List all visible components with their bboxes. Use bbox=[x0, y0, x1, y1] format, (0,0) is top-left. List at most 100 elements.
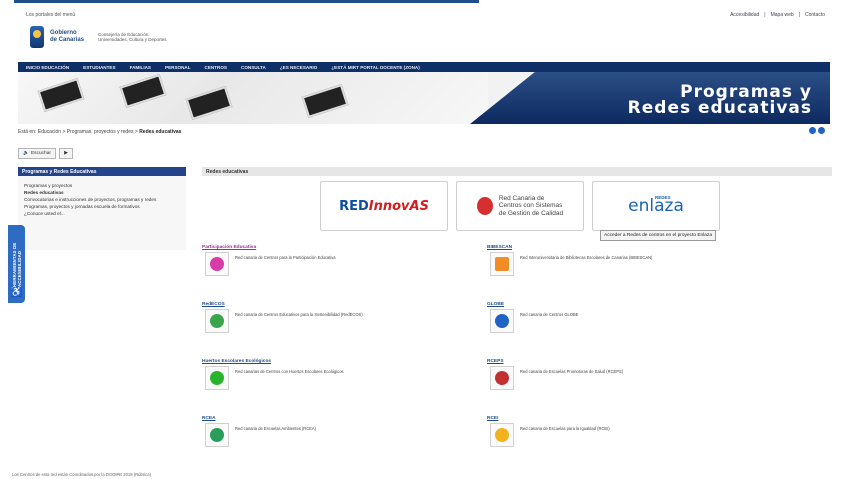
main-navigation: INICIO EDUCACIÓN ESTUDIANTES FAMILIAS PE… bbox=[18, 62, 830, 72]
network-title[interactable]: BIBESCAN bbox=[487, 245, 772, 250]
settings-icon[interactable] bbox=[818, 127, 825, 134]
nav-item-personal[interactable]: PERSONAL bbox=[165, 65, 191, 70]
network-desc: Red canaria de Escuelas para la Igualdad… bbox=[520, 426, 610, 431]
network-entry: RedECOS Red canaria de Centros Educativo… bbox=[202, 302, 487, 348]
enlaza-tooltip: Acceder a Redes de centros en el proyect… bbox=[600, 230, 716, 241]
sidebar-item-programas[interactable]: Programas y proyectos bbox=[24, 182, 186, 189]
coat-of-arms-icon bbox=[30, 26, 44, 48]
top-accent-line bbox=[14, 0, 479, 3]
accessibility-label: HERRAMIENTAS DE ACCESIBILIDAD bbox=[11, 242, 22, 287]
network-thumb[interactable] bbox=[490, 309, 514, 333]
top-links: Accesibilidad | Mapa web | Contacto bbox=[730, 12, 825, 18]
network-desc: Red canarias de Centros con Huertos Esco… bbox=[235, 369, 344, 374]
garden-icon bbox=[210, 371, 224, 385]
breadcrumb-path[interactable]: Está en: Educación > Programas, proyecto… bbox=[18, 129, 138, 135]
network-entry: Huertos Escolares Ecológicos Red canaria… bbox=[202, 359, 487, 405]
health-icon bbox=[495, 371, 509, 385]
network-desc: Red canaria de Centros Educativos para l… bbox=[235, 312, 363, 317]
innovas-logo[interactable]: REDInnovAS bbox=[320, 181, 448, 231]
speaker-icon: 🔈 bbox=[23, 151, 29, 156]
network-entry: RCEPS Red canaria de Escuelas Promotoras… bbox=[487, 359, 772, 405]
page-banner: Programas y Redes educativas bbox=[18, 72, 830, 124]
equality-icon bbox=[495, 428, 509, 442]
breadcrumb-current: Redes educativas bbox=[139, 129, 182, 135]
quality-network-logo[interactable]: Red Canaria de Centros con Sistemas de G… bbox=[456, 181, 584, 231]
sidebar-item-convocatorias[interactable]: Convocatorias e instrucciones de proyect… bbox=[24, 196, 186, 203]
top-link-map[interactable]: Mapa web bbox=[771, 12, 794, 18]
accessibility-tab[interactable]: HERRAMIENTAS DE ACCESIBILIDAD ♿ bbox=[8, 225, 25, 303]
network-title[interactable]: RedECOS bbox=[202, 302, 487, 307]
network-desc: Red canaria de Centros para la Participa… bbox=[235, 255, 336, 260]
nav-item-familias[interactable]: FAMILIAS bbox=[130, 65, 151, 70]
innovas-left: RED bbox=[339, 198, 369, 214]
speech-toolbar: 🔈 Escuchar ▶ bbox=[18, 148, 73, 159]
banner-background bbox=[18, 72, 488, 124]
innovas-right: InnovAS bbox=[368, 198, 429, 214]
network-desc: Red Interuniversitaria de Bibliotecas Es… bbox=[520, 255, 653, 260]
nav-item-es-necesario[interactable]: ¿ES NECESARIO bbox=[280, 65, 318, 70]
section-title: Redes educativas bbox=[202, 167, 832, 176]
breadcrumb: Está en: Educación > Programas, proyecto… bbox=[18, 129, 181, 135]
network-entry: Participación Educativa Red canaria de C… bbox=[202, 245, 487, 291]
network-title[interactable]: RCEI bbox=[487, 416, 772, 421]
network-title[interactable]: GLOBE bbox=[487, 302, 772, 307]
banner-title-line2: Redes educativas bbox=[627, 98, 812, 118]
ecos-icon bbox=[210, 314, 224, 328]
network-title[interactable]: RCEA bbox=[202, 416, 487, 421]
network-thumb[interactable] bbox=[205, 366, 229, 390]
nav-item-centros[interactable]: CENTROS bbox=[205, 65, 227, 70]
network-desc: Red canaria de Centros GLOBE bbox=[520, 312, 579, 317]
listen-label: Escuchar bbox=[30, 151, 51, 156]
library-icon bbox=[495, 257, 509, 271]
sidebar-item-jornadas[interactable]: Programas, proyectos y jornadas escuela … bbox=[24, 203, 186, 210]
network-title[interactable]: Huertos Escolares Ecológicos bbox=[202, 359, 487, 364]
network-title[interactable]: Participación Educativa bbox=[202, 245, 487, 250]
network-thumb[interactable] bbox=[205, 252, 229, 276]
nav-item-estudiantes[interactable]: ESTUDIANTES bbox=[83, 65, 115, 70]
top-link-contact[interactable]: Contacto bbox=[805, 12, 825, 18]
environment-icon bbox=[210, 428, 224, 442]
sidebar-item-conoce[interactable]: ¿Conoce usted el... bbox=[24, 210, 186, 217]
network-title[interactable]: RCEPS bbox=[487, 359, 772, 364]
network-thumb[interactable] bbox=[205, 423, 229, 447]
play-button[interactable]: ▶ bbox=[58, 148, 73, 159]
participation-icon bbox=[210, 257, 224, 271]
network-entry: GLOBE Red canaria de Centros GLOBE bbox=[487, 302, 772, 348]
network-thumb[interactable] bbox=[205, 309, 229, 333]
gov-line2: de Canarias bbox=[50, 37, 85, 43]
main-content: Redes educativas REDInnovAS Red Canaria … bbox=[202, 167, 832, 457]
top-link-accessibility[interactable]: Accesibilidad bbox=[730, 12, 759, 18]
enlaza-logo[interactable]: REDES enlaza bbox=[592, 181, 720, 231]
innovas-text: REDInnovAS bbox=[339, 199, 429, 214]
nav-item-portal-docente[interactable]: ¿ESTÁ MIRT PORTAL DOCENTE (ZONA) bbox=[331, 65, 419, 70]
network-desc: Red canaria de Escuelas Promotoras de Sa… bbox=[520, 369, 624, 374]
quality-icon bbox=[476, 197, 493, 215]
gov-line1: Gobierno bbox=[50, 30, 77, 36]
play-icon: ▶ bbox=[64, 151, 68, 156]
listen-button[interactable]: 🔈 Escuchar bbox=[18, 148, 56, 159]
sidebar: Programas y Redes Educativas Programas y… bbox=[18, 167, 186, 250]
wheelchair-icon: ♿ bbox=[10, 287, 23, 298]
network-thumb[interactable] bbox=[490, 366, 514, 390]
network-thumb[interactable] bbox=[490, 252, 514, 276]
banner-title: Programas y Redes educativas bbox=[627, 84, 812, 118]
enlaza-small: REDES bbox=[655, 195, 671, 200]
network-entry: RCEI Red canaria de Escuelas para la Igu… bbox=[487, 416, 772, 462]
help-icon[interactable] bbox=[809, 127, 816, 134]
header-small-text: Los portales del menú bbox=[26, 12, 76, 18]
globe-icon bbox=[495, 314, 509, 328]
quality-line3: de Gestión de Calidad bbox=[498, 209, 564, 217]
network-logos: REDInnovAS Red Canaria de Centros con Si… bbox=[320, 181, 720, 231]
network-entry: RCEA Red canaria de Escuelas Ambientes (… bbox=[202, 416, 487, 462]
network-desc: Red canaria de Escuelas Ambientes (RCEA) bbox=[235, 426, 317, 431]
footer-text: Los Centros de esta red están Coordinado… bbox=[12, 472, 151, 477]
quality-line2: Centros con Sistemas bbox=[498, 202, 563, 210]
sidebar-item-redes[interactable]: Redes educativas bbox=[24, 189, 186, 196]
nav-item-consulta[interactable]: CONSULTA bbox=[241, 65, 266, 70]
network-thumb[interactable] bbox=[490, 423, 514, 447]
dept-line2: Universidades, Cultura y Deportes bbox=[98, 37, 167, 42]
help-icons bbox=[809, 127, 825, 134]
nav-item-inicio[interactable]: INICIO EDUCACIÓN bbox=[26, 65, 69, 70]
government-logo[interactable]: Gobierno de Canarias Consejería de Educa… bbox=[30, 26, 167, 48]
quality-line1: Red Canaria de bbox=[498, 194, 545, 202]
